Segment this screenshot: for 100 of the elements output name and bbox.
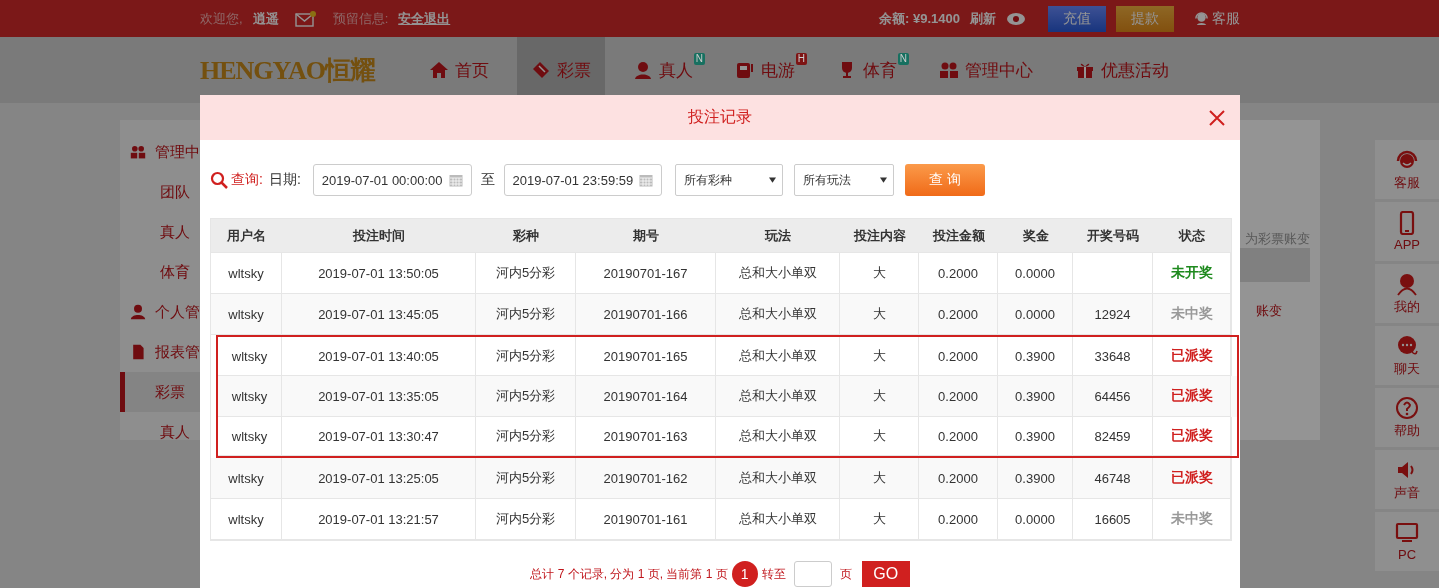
column-header: 投注内容 [840, 219, 919, 253]
table-cell: 20190701-162 [576, 458, 716, 499]
table-cell: 河内5分彩 [476, 294, 576, 335]
dialog-title: 投注记录 [688, 107, 752, 127]
help-icon [1395, 395, 1419, 420]
nav-item[interactable]: 优惠活动 [1060, 37, 1183, 103]
logout-link[interactable]: 安全退出 [398, 9, 451, 28]
end-date-field[interactable]: 2019-07-01 23:59:59 [503, 164, 663, 196]
table-cell: 46748 [1073, 458, 1153, 499]
table-cell: 大 [840, 417, 919, 456]
table-cell: 2019-07-01 13:21:57 [282, 499, 476, 540]
side-tool-button[interactable]: 帮助 [1375, 388, 1439, 447]
table-cell: 20190701-161 [576, 499, 716, 540]
start-date-field[interactable]: 2019-07-01 00:00:00 [312, 164, 472, 196]
refresh-link[interactable]: 刷新 [970, 9, 996, 28]
go-button[interactable]: GO [861, 561, 910, 587]
table-cell: 河内5分彩 [476, 417, 576, 456]
table-cell: 0.2000 [919, 294, 998, 335]
table-cell: 64456 [1073, 376, 1153, 417]
status-cell: 未中奖 [1153, 294, 1231, 335]
table-cell: 0.2000 [919, 417, 998, 456]
dropdown-arrow-icon [769, 177, 777, 183]
column-header: 状态 [1153, 219, 1231, 253]
column-header: 奖金 [998, 219, 1073, 253]
table-cell: wltsky [218, 417, 282, 456]
table-cell: 0.2000 [919, 458, 998, 499]
column-header: 开奖号码 [1073, 219, 1153, 253]
date-label: 日期: [268, 171, 301, 189]
table-cell: wltsky [211, 499, 282, 540]
table-cell: 总和大小单双 [716, 294, 840, 335]
withdraw-button[interactable]: 提款 [1116, 5, 1174, 32]
table-cell: 0.3900 [998, 376, 1073, 417]
table-cell: 0.3900 [998, 458, 1073, 499]
table-cell: 大 [840, 294, 919, 335]
page-button[interactable]: 1 [731, 561, 758, 587]
table-cell: 2019-07-01 13:45:05 [282, 294, 476, 335]
page-unit-label: 页 [839, 565, 852, 583]
monitor-icon [1395, 521, 1419, 545]
table-cell: wltsky [211, 294, 282, 335]
side-tool-button[interactable]: APP [1375, 202, 1439, 261]
range-separator: 至 [480, 171, 495, 189]
table-cell: 2019-07-01 13:25:05 [282, 458, 476, 499]
table-cell: wltsky [218, 376, 282, 417]
home-icon [428, 60, 449, 80]
side-tool-button[interactable]: 聊天 [1375, 326, 1439, 385]
mail-icon[interactable] [294, 10, 317, 27]
side-tool-button[interactable]: 客服 [1375, 140, 1439, 199]
side-tool-button[interactable]: 我的 [1375, 264, 1439, 323]
nav-badge: N [693, 53, 705, 65]
nav-item[interactable]: 管理中心 [924, 37, 1047, 103]
table-cell: 12924 [1073, 294, 1153, 335]
table-cell: 账变 [1256, 302, 1282, 320]
status-cell: 未中奖 [1153, 499, 1231, 540]
table-cell: 0.2000 [919, 499, 998, 540]
eye-icon[interactable] [1006, 11, 1026, 26]
play-type-select[interactable]: 所有玩法 [794, 164, 895, 196]
table-cell: wltsky [211, 458, 282, 499]
lottery-select[interactable]: 所有彩种 [675, 164, 784, 196]
column-header: 用户名 [211, 219, 282, 253]
status-cell: 已派奖 [1153, 376, 1231, 417]
table-cell: 河内5分彩 [476, 376, 576, 417]
page-number-field[interactable] [793, 561, 832, 587]
column-header: 彩种 [476, 219, 576, 253]
table-cell: 82459 [1073, 417, 1153, 456]
side-tool-button[interactable]: 声音 [1375, 450, 1439, 509]
table-cell: 2019-07-01 13:35:05 [282, 376, 476, 417]
column-header: 投注金额 [919, 219, 998, 253]
table-cell: 总和大小单双 [716, 499, 840, 540]
person-icon [130, 304, 146, 320]
status-cell: 已派奖 [1153, 417, 1231, 456]
reserved-info-label: 预留信息: [332, 9, 389, 28]
table-cell: 河内5分彩 [476, 458, 576, 499]
user-icon [1395, 271, 1419, 296]
close-icon[interactable] [1209, 110, 1225, 126]
balance-text: 余额: ¥9.1400 [879, 9, 960, 28]
column-header: 玩法 [716, 219, 840, 253]
person-icon [632, 60, 653, 80]
table-cell: 20190701-164 [576, 376, 716, 417]
table-cell: 总和大小单双 [716, 417, 840, 456]
deposit-button[interactable]: 充值 [1048, 5, 1106, 32]
side-tool-button[interactable]: PC [1375, 512, 1439, 571]
nav-item[interactable]: 首页 [414, 37, 503, 103]
table-cell: 大 [840, 376, 919, 417]
table-cell: 0.2000 [919, 376, 998, 417]
nav-badge: N [897, 53, 909, 65]
table-cell: 0.0000 [998, 499, 1073, 540]
dropdown-arrow-icon [880, 177, 888, 183]
welcome-text: 欢迎您, [200, 9, 243, 28]
column-header: 期号 [576, 219, 716, 253]
doc-icon [130, 344, 146, 360]
group-icon [938, 60, 959, 80]
table-cell: 0.3900 [998, 417, 1073, 456]
slot-icon [734, 60, 755, 80]
query-label: 查询: [231, 171, 263, 189]
sidebar-section[interactable]: 管理中 [120, 132, 270, 172]
calendar-icon [639, 173, 654, 187]
search-button[interactable]: 查 询 [905, 164, 986, 196]
pagination-summary: 总计 7 个记录, 分为 1 页, 当前第 1 页 [530, 565, 728, 583]
table-cell: 总和大小单双 [716, 376, 840, 417]
customer-service-link[interactable]: 客服 [1194, 9, 1240, 28]
